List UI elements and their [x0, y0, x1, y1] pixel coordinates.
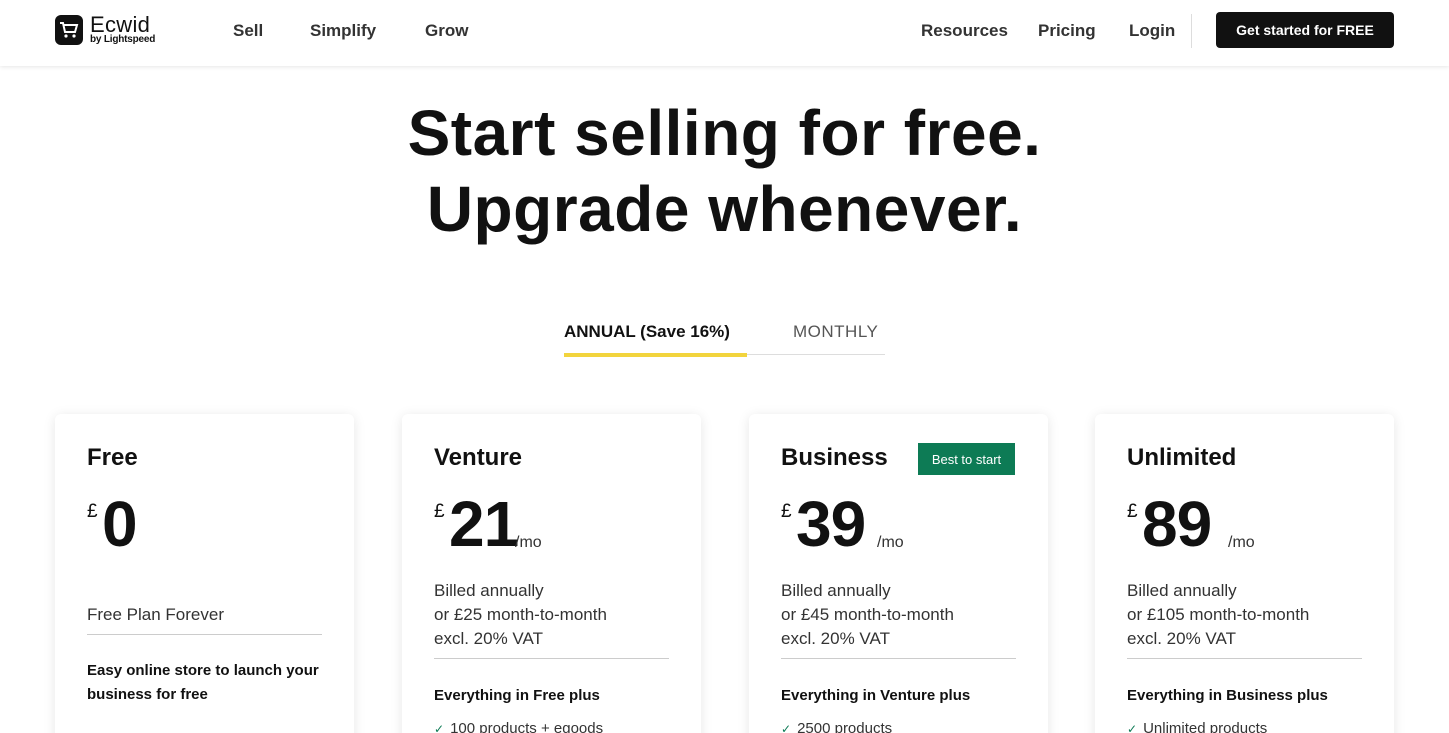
- plan-subtitle: Free Plan Forever: [87, 605, 224, 624]
- check-icon: ✓: [434, 721, 445, 733]
- plan-billing: Billed annually or £25 month-to-month ex…: [434, 579, 607, 651]
- plan-description: Easy online store to launch your busines…: [87, 662, 319, 703]
- nav-item-sell[interactable]: Sell: [233, 21, 263, 41]
- billing-line-3: excl. 20% VAT: [434, 629, 543, 648]
- billing-line-1: Billed annually: [781, 581, 891, 600]
- plan-card-free: Free £ 0 Free Plan Forever Easy online s…: [55, 414, 354, 733]
- plan-per-month: /mo: [515, 534, 542, 551]
- feature-heading: Everything in Free plus: [434, 687, 600, 704]
- feature-label: Unlimited products: [1143, 720, 1268, 733]
- plan-divider: [87, 634, 322, 635]
- plan-card-venture: Venture £ 21 /mo Billed annually or £25 …: [402, 414, 701, 733]
- billing-line-1: Billed annually: [1127, 581, 1237, 600]
- check-icon: ✓: [1127, 721, 1138, 733]
- logo-subtitle: by Lightspeed: [90, 34, 156, 45]
- plan-card-business: Business Best to start £ 39 /mo Billed a…: [749, 414, 1048, 733]
- plan-currency: £: [434, 501, 445, 522]
- tab-monthly[interactable]: MONTHLY: [793, 322, 878, 342]
- plan-divider: [781, 658, 1016, 659]
- tab-annual[interactable]: ANNUAL (Save 16%): [564, 322, 730, 342]
- plan-price: 39: [796, 488, 866, 560]
- check-icon: ✓: [781, 721, 792, 733]
- feature-heading: Everything in Business plus: [1127, 687, 1328, 704]
- nav-item-resources[interactable]: Resources: [921, 21, 1008, 41]
- plan-name: Business: [781, 444, 888, 471]
- billing-line-2: or £45 month-to-month: [781, 605, 954, 624]
- hero-title-line1: Start selling for free.: [407, 97, 1042, 169]
- plan-currency: £: [781, 501, 792, 522]
- nav-item-simplify[interactable]: Simplify: [310, 21, 376, 41]
- nav-divider: [1191, 14, 1192, 48]
- billing-line-3: excl. 20% VAT: [781, 629, 890, 648]
- feature-item: ✓ Unlimited products: [1127, 720, 1267, 733]
- plan-divider: [434, 658, 669, 659]
- logo-name: Ecwid: [90, 12, 151, 37]
- feature-label: 2500 products: [797, 720, 893, 733]
- billing-line-1: Billed annually: [434, 581, 544, 600]
- plan-billing: Billed annually or £45 month-to-month ex…: [781, 579, 954, 651]
- feature-label: 100 products + egoods: [450, 720, 604, 733]
- plan-currency: £: [87, 501, 98, 522]
- feature-item: ✓ 100 products + egoods: [434, 720, 603, 733]
- billing-line-3: excl. 20% VAT: [1127, 629, 1236, 648]
- plan-name: Venture: [434, 444, 523, 471]
- plan-price: 21: [449, 488, 519, 560]
- nav-item-grow[interactable]: Grow: [425, 21, 468, 41]
- billing-line-2: or £25 month-to-month: [434, 605, 607, 624]
- plan-name: Free: [87, 444, 138, 471]
- plan-currency: £: [1127, 501, 1138, 522]
- plan-per-month: /mo: [1228, 534, 1255, 551]
- billing-line-2: or £105 month-to-month: [1127, 605, 1310, 624]
- plan-billing: Billed annually or £105 month-to-month e…: [1127, 579, 1309, 651]
- site-header: Ecwid by Lightspeed Sell Simplify Grow R…: [0, 0, 1449, 66]
- nav-item-login[interactable]: Login: [1129, 21, 1175, 41]
- feature-item: ✓ 2500 products: [781, 720, 892, 733]
- plan-name: Unlimited: [1127, 444, 1237, 471]
- feature-heading: Everything in Venture plus: [781, 687, 971, 704]
- toggle-active-indicator: [564, 353, 747, 357]
- plan-price: 0: [102, 488, 138, 560]
- cart-logo-icon: [55, 14, 83, 45]
- plan-per-month: /mo: [877, 534, 904, 551]
- get-started-button[interactable]: Get started for FREE: [1216, 12, 1394, 48]
- plan-divider: [1127, 658, 1362, 659]
- nav-item-pricing[interactable]: Pricing: [1038, 21, 1096, 41]
- best-to-start-badge: Best to start: [918, 443, 1015, 475]
- hero-title-line2: Upgrade whenever.: [426, 173, 1023, 245]
- plan-card-unlimited: Unlimited £ 89 /mo Billed annually or £1…: [1095, 414, 1394, 733]
- plan-price: 89: [1142, 488, 1212, 560]
- ecwid-logo[interactable]: Ecwid by Lightspeed: [55, 14, 155, 45]
